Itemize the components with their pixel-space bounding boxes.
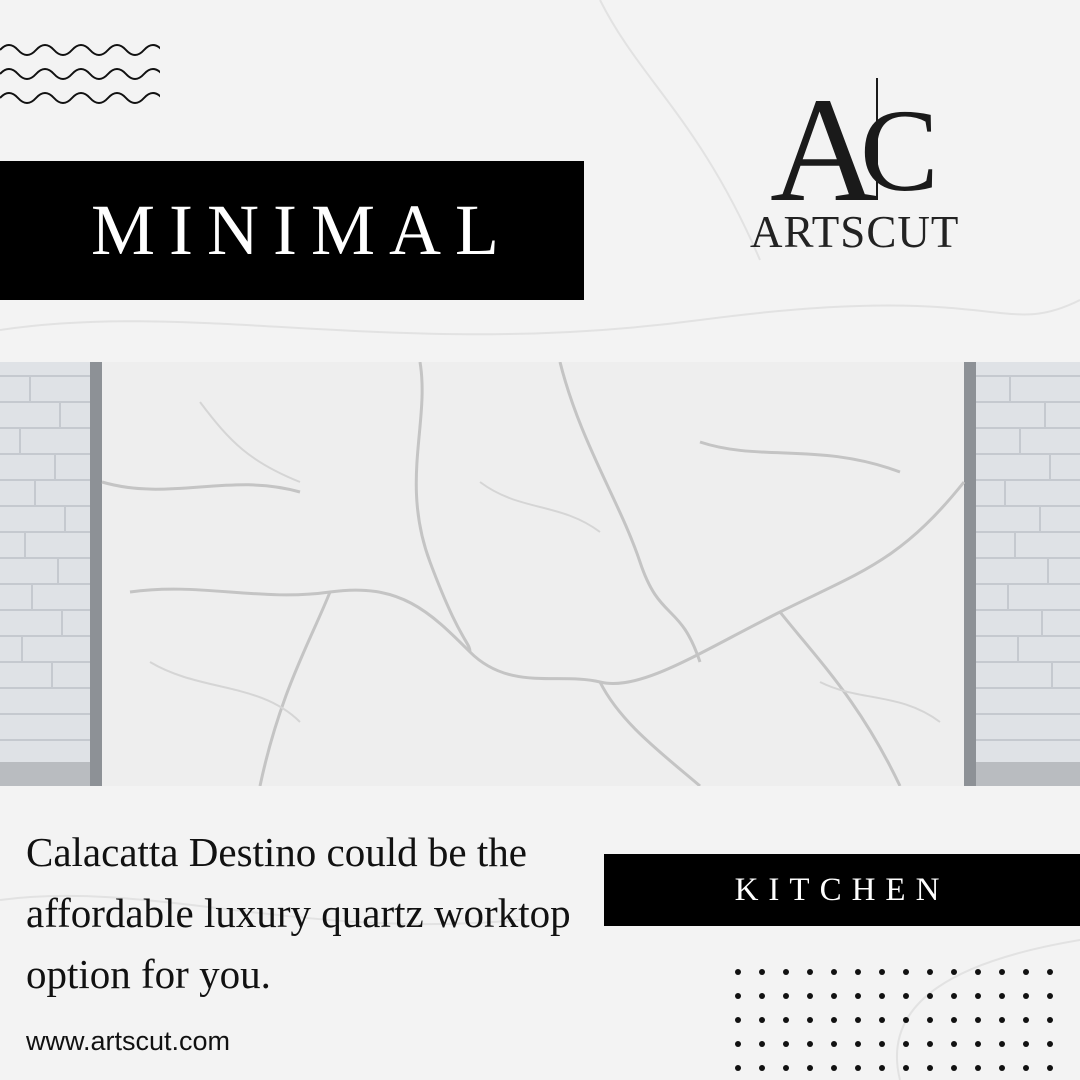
grid-dot <box>951 1065 957 1071</box>
grid-dot <box>855 969 861 975</box>
grid-dot <box>975 1041 981 1047</box>
logo-monogram-c: C <box>860 85 939 216</box>
grid-dot <box>951 993 957 999</box>
grid-dot <box>999 1017 1005 1023</box>
grid-dot <box>927 1065 933 1071</box>
category-banner: KITCHEN <box>604 854 1080 926</box>
grid-dot <box>831 1041 837 1047</box>
grid-dot <box>1047 1017 1053 1023</box>
grid-dot <box>759 1065 765 1071</box>
grid-dot <box>1023 993 1029 999</box>
grid-dot <box>903 969 909 975</box>
grid-dot <box>831 1065 837 1071</box>
grid-dot <box>1023 969 1029 975</box>
grid-dot <box>735 1041 741 1047</box>
grid-dot <box>855 1041 861 1047</box>
grid-dot <box>999 1041 1005 1047</box>
category-text: KITCHEN <box>734 871 950 908</box>
grid-dot <box>999 1065 1005 1071</box>
grid-dot <box>759 969 765 975</box>
grid-dot <box>783 1017 789 1023</box>
grid-dot <box>855 1065 861 1071</box>
grid-dot <box>1023 1017 1029 1023</box>
grid-dot <box>1047 993 1053 999</box>
grid-dot <box>1023 1065 1029 1071</box>
grid-dot <box>903 1041 909 1047</box>
grid-dot <box>999 969 1005 975</box>
grid-dot <box>975 1065 981 1071</box>
grid-dot <box>879 1041 885 1047</box>
grid-dot <box>1047 1065 1053 1071</box>
brand-name: ARTSCUT <box>750 207 960 257</box>
grid-dot <box>759 1041 765 1047</box>
grid-dot <box>735 1065 741 1071</box>
dot-grid-icon <box>735 969 1053 1071</box>
grid-dot <box>807 1017 813 1023</box>
grid-dot <box>951 1041 957 1047</box>
headline-banner: MINIMAL <box>0 161 584 300</box>
grid-dot <box>735 993 741 999</box>
grid-dot <box>879 1065 885 1071</box>
grid-dot <box>879 969 885 975</box>
grid-dot <box>807 969 813 975</box>
headline-text: MINIMAL <box>91 190 513 270</box>
grid-dot <box>783 993 789 999</box>
grid-dot <box>735 969 741 975</box>
grid-dot <box>783 969 789 975</box>
grid-dot <box>975 1017 981 1023</box>
grid-dot <box>927 1041 933 1047</box>
grid-dot <box>903 1065 909 1071</box>
grid-dot <box>999 993 1005 999</box>
grid-dot <box>807 1065 813 1071</box>
website-link[interactable]: www.artscut.com <box>26 1026 230 1057</box>
wave-lines-icon <box>0 44 160 104</box>
grid-dot <box>927 993 933 999</box>
grid-dot <box>927 1017 933 1023</box>
marble-slab-image <box>0 362 1080 786</box>
grid-dot <box>975 993 981 999</box>
grid-dot <box>879 993 885 999</box>
grid-dot <box>855 993 861 999</box>
grid-dot <box>783 1065 789 1071</box>
grid-dot <box>879 1017 885 1023</box>
grid-dot <box>927 969 933 975</box>
grid-dot <box>759 993 765 999</box>
grid-dot <box>735 1017 741 1023</box>
grid-dot <box>1047 1041 1053 1047</box>
grid-dot <box>759 1017 765 1023</box>
grid-dot <box>1047 969 1053 975</box>
grid-dot <box>831 1017 837 1023</box>
grid-dot <box>903 993 909 999</box>
grid-dot <box>807 993 813 999</box>
product-description: Calacatta Destino could be the affordabl… <box>26 829 571 997</box>
grid-dot <box>975 969 981 975</box>
grid-dot <box>855 1017 861 1023</box>
grid-dot <box>807 1041 813 1047</box>
grid-dot <box>783 1041 789 1047</box>
grid-dot <box>951 969 957 975</box>
grid-dot <box>831 969 837 975</box>
grid-dot <box>951 1017 957 1023</box>
grid-dot <box>831 993 837 999</box>
grid-dot <box>1023 1041 1029 1047</box>
grid-dot <box>903 1017 909 1023</box>
